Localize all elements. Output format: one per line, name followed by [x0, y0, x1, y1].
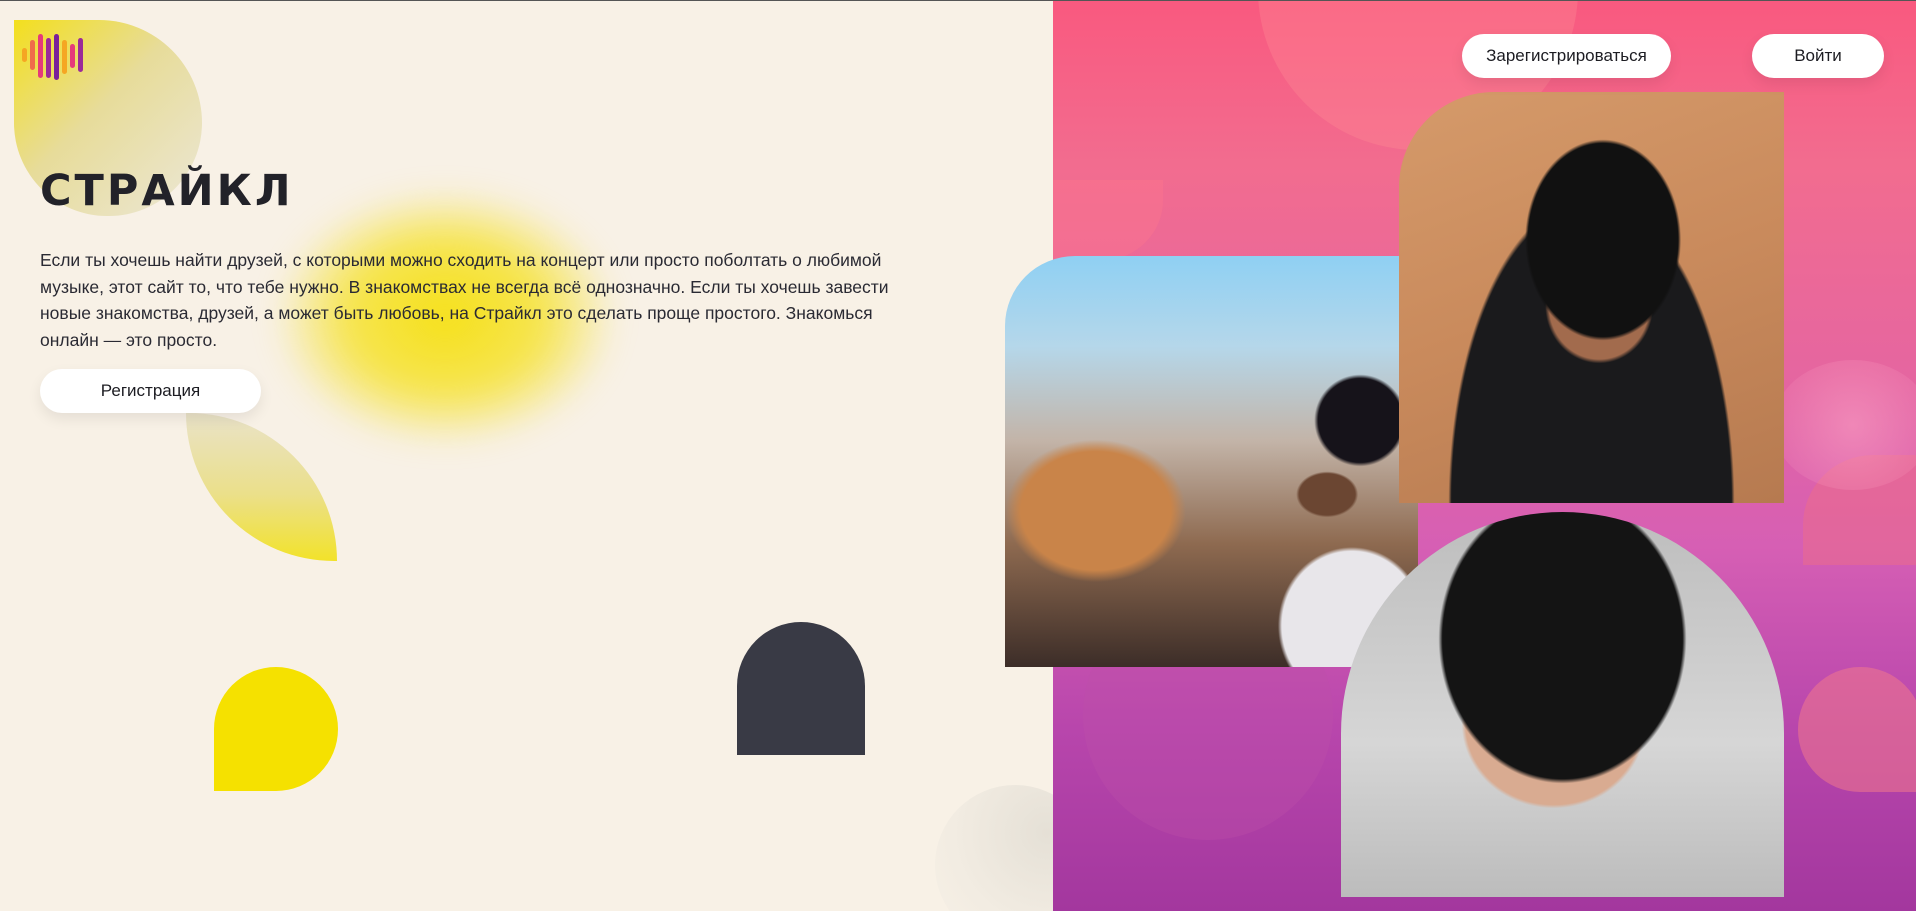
- signup-button[interactable]: Зарегистрироваться: [1462, 34, 1671, 78]
- decor-blob-yellow: [214, 667, 338, 791]
- hero-left-panel: СТРАЙКЛ Если ты хочешь найти друзей, с к…: [0, 0, 1053, 911]
- sound-wave-logo-icon[interactable]: [22, 34, 88, 84]
- decor-pink-glow: [1773, 360, 1916, 490]
- hero-description: Если ты хочешь найти друзей, с которыми …: [40, 250, 889, 350]
- smiling-woman-photo: [1005, 256, 1418, 667]
- decor-blob-dark: [737, 622, 865, 755]
- login-button[interactable]: Войти: [1752, 34, 1884, 78]
- decor-blob-bottom: [935, 785, 1053, 911]
- top-border: [0, 0, 1916, 1]
- decor-blob-pink-drop: [1798, 667, 1916, 792]
- man-in-hat-sunglasses-photo: [1399, 92, 1784, 503]
- decor-blob-pink-left: [1053, 180, 1163, 260]
- decor-blob-middle: [186, 413, 337, 561]
- register-button[interactable]: Регистрация: [40, 369, 261, 413]
- page-title: СТРАЙКЛ: [40, 166, 294, 216]
